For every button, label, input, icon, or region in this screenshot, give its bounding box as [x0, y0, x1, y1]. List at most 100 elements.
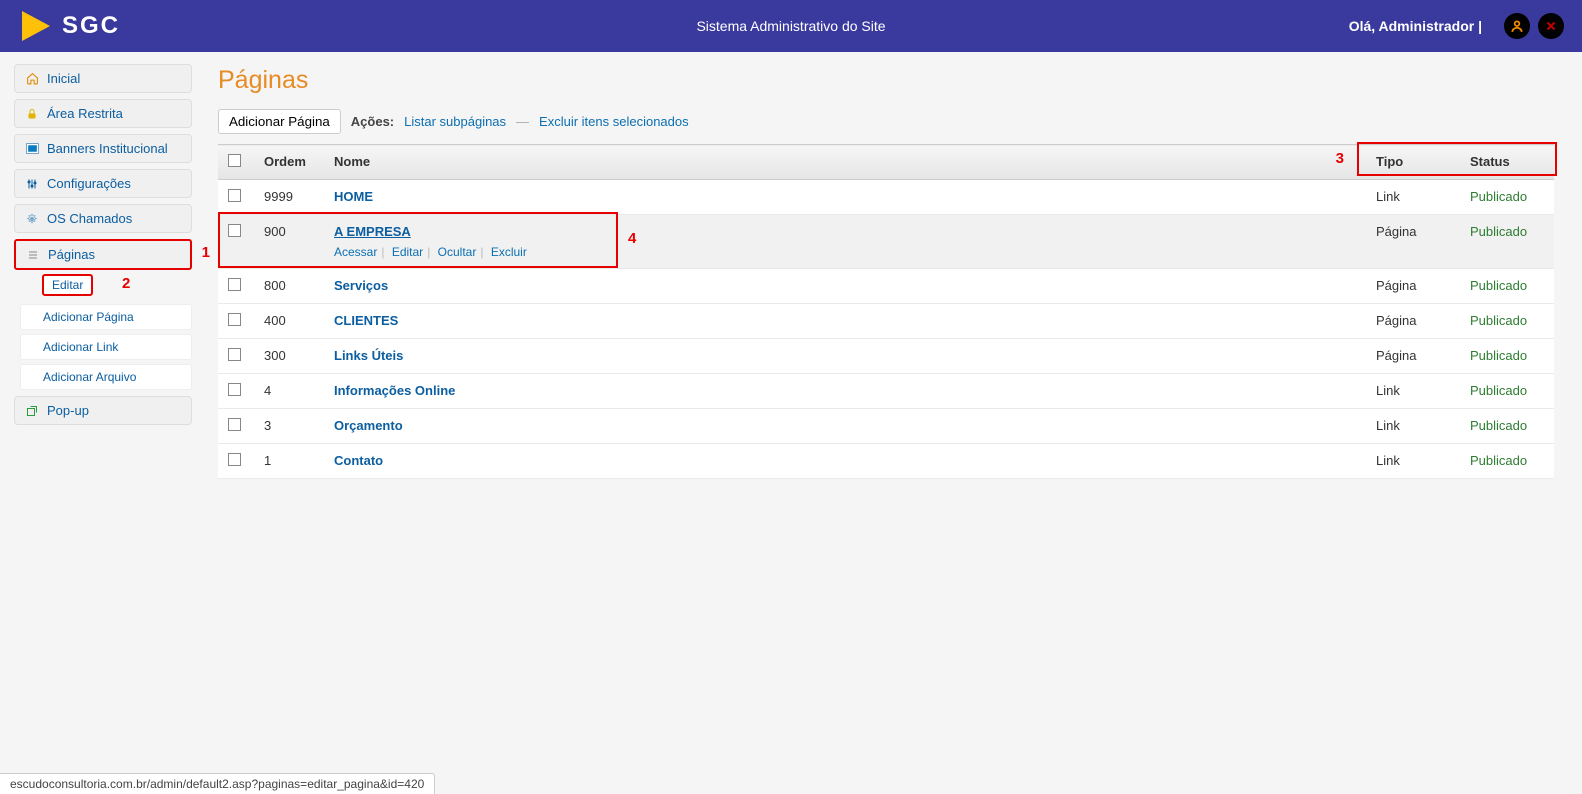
app-header: SGC Sistema Administrativo do Site Olá, … — [0, 0, 1582, 52]
user-icon[interactable] — [1504, 13, 1530, 39]
actions-label: Ações: — [351, 114, 394, 129]
action-excluir-selecionados[interactable]: Excluir itens selecionados — [539, 114, 689, 129]
image-icon — [25, 143, 39, 154]
table-row: 4 Informações Online Link Publicado — [218, 374, 1554, 409]
cell-nome: Orçamento — [324, 409, 1366, 444]
cell-ordem: 3 — [254, 409, 324, 444]
greeting: Olá, Administrador | — [1349, 18, 1482, 34]
cell-status: Publicado — [1460, 374, 1554, 409]
sidebar-item-inicial[interactable]: Inicial — [14, 64, 192, 93]
separator: — — [516, 114, 529, 129]
subnav-editar[interactable]: Editar — [42, 274, 93, 296]
sidebar-item-label: OS Chamados — [47, 211, 132, 226]
sidebar-item-label: Pop-up — [47, 403, 89, 418]
sidebar-item-label: Páginas — [48, 247, 95, 262]
sidebar-item-label: Configurações — [47, 176, 131, 191]
table-row: 400 CLIENTES Página Publicado — [218, 304, 1554, 339]
cell-tipo: Página — [1366, 339, 1460, 374]
row-checkbox[interactable] — [228, 278, 241, 291]
page-title: Páginas — [218, 66, 1554, 95]
sidebar-item-popup[interactable]: Pop-up — [14, 396, 192, 425]
cell-tipo: Página — [1366, 304, 1460, 339]
sidebar-item-paginas[interactable]: Páginas — [14, 239, 192, 270]
cell-status: Publicado — [1460, 269, 1554, 304]
highlight-box-3 — [1357, 142, 1557, 176]
close-icon[interactable] — [1538, 13, 1564, 39]
cell-ordem: 1 — [254, 444, 324, 479]
pages-table: Ordem Nome Tipo Status 9999 HOME Link Pu… — [218, 144, 1554, 479]
header-subtitle: Sistema Administrativo do Site — [696, 18, 885, 34]
table-row: 9999 HOME Link Publicado — [218, 180, 1554, 215]
cell-ordem: 300 — [254, 339, 324, 374]
cell-ordem: 400 — [254, 304, 324, 339]
sidebar-item-os-chamados[interactable]: OS Chamados — [14, 204, 192, 233]
sliders-icon — [25, 178, 39, 190]
cell-tipo: Link — [1366, 374, 1460, 409]
annotation-4: 4 — [628, 230, 636, 247]
page-name-link[interactable]: Serviços — [334, 278, 388, 293]
row-checkbox[interactable] — [228, 418, 241, 431]
list-icon — [26, 249, 40, 261]
cell-nome: Informações Online — [324, 374, 1366, 409]
sidebar-item-area-restrita[interactable]: Área Restrita — [14, 99, 192, 128]
logo: SGC — [0, 11, 120, 41]
cell-nome: HOME — [324, 180, 1366, 215]
cell-tipo: Página — [1366, 215, 1460, 269]
cell-nome: Links Úteis — [324, 339, 1366, 374]
gear-icon — [25, 213, 39, 225]
annotation-1: 1 — [202, 244, 210, 261]
table-row: 3 Orçamento Link Publicado — [218, 409, 1554, 444]
add-page-button[interactable]: Adicionar Página — [218, 109, 341, 134]
select-all-checkbox[interactable] — [228, 154, 241, 167]
table-row: 300 Links Úteis Página Publicado — [218, 339, 1554, 374]
row-checkbox[interactable] — [228, 313, 241, 326]
page-name-link[interactable]: Informações Online — [334, 383, 455, 398]
row-checkbox[interactable] — [228, 348, 241, 361]
cell-nome: Serviços — [324, 269, 1366, 304]
sidebar-subnav-paginas: Editar 2 Adicionar Página Adicionar Link… — [20, 274, 192, 390]
sidebar-item-label: Inicial — [47, 71, 80, 86]
row-checkbox[interactable] — [228, 189, 241, 202]
th-ordem[interactable]: Ordem — [254, 145, 324, 180]
popup-icon — [25, 405, 39, 417]
row-checkbox[interactable] — [228, 453, 241, 466]
cell-tipo: Link — [1366, 444, 1460, 479]
cell-ordem: 4 — [254, 374, 324, 409]
home-icon — [25, 72, 39, 85]
subnav-add-arquivo[interactable]: Adicionar Arquivo — [20, 364, 192, 390]
table-row: 800 Serviços Página Publicado — [218, 269, 1554, 304]
cell-status: Publicado — [1460, 444, 1554, 479]
cell-status: Publicado — [1460, 339, 1554, 374]
cell-tipo: Página — [1366, 269, 1460, 304]
cell-nome: CLIENTES — [324, 304, 1366, 339]
sidebar-item-banners[interactable]: Banners Institucional — [14, 134, 192, 163]
cell-status: Publicado — [1460, 409, 1554, 444]
page-name-link[interactable]: CLIENTES — [334, 313, 398, 328]
logo-text: SGC — [62, 12, 120, 40]
lock-icon — [25, 108, 39, 120]
action-listar-subpaginas[interactable]: Listar subpáginas — [404, 114, 506, 129]
sidebar: Inicial Área Restrita Banners Institucio… — [0, 52, 196, 499]
annotation-3: 3 — [1336, 150, 1344, 167]
main-content: Páginas Adicionar Página Ações: Listar s… — [196, 52, 1582, 499]
logo-icon — [22, 11, 50, 41]
page-name-link[interactable]: HOME — [334, 189, 373, 204]
table-row: 1 Contato Link Publicado — [218, 444, 1554, 479]
page-name-link[interactable]: Orçamento — [334, 418, 403, 433]
browser-status-bar: escudoconsultoria.com.br/admin/default2.… — [0, 773, 435, 794]
page-name-link[interactable]: Links Úteis — [334, 348, 403, 363]
sidebar-item-label: Banners Institucional — [47, 141, 168, 156]
sidebar-item-config[interactable]: Configurações — [14, 169, 192, 198]
cell-ordem: 9999 — [254, 180, 324, 215]
sidebar-item-label: Área Restrita — [47, 106, 123, 121]
page-name-link[interactable]: Contato — [334, 453, 383, 468]
th-nome[interactable]: Nome — [324, 145, 1366, 180]
annotation-2: 2 — [122, 275, 130, 292]
cell-status: Publicado — [1460, 215, 1554, 269]
subnav-add-link[interactable]: Adicionar Link — [20, 334, 192, 360]
subnav-add-pagina[interactable]: Adicionar Página — [20, 304, 192, 330]
cell-status: Publicado — [1460, 180, 1554, 215]
highlight-box-4 — [218, 212, 618, 268]
cell-tipo: Link — [1366, 409, 1460, 444]
row-checkbox[interactable] — [228, 383, 241, 396]
